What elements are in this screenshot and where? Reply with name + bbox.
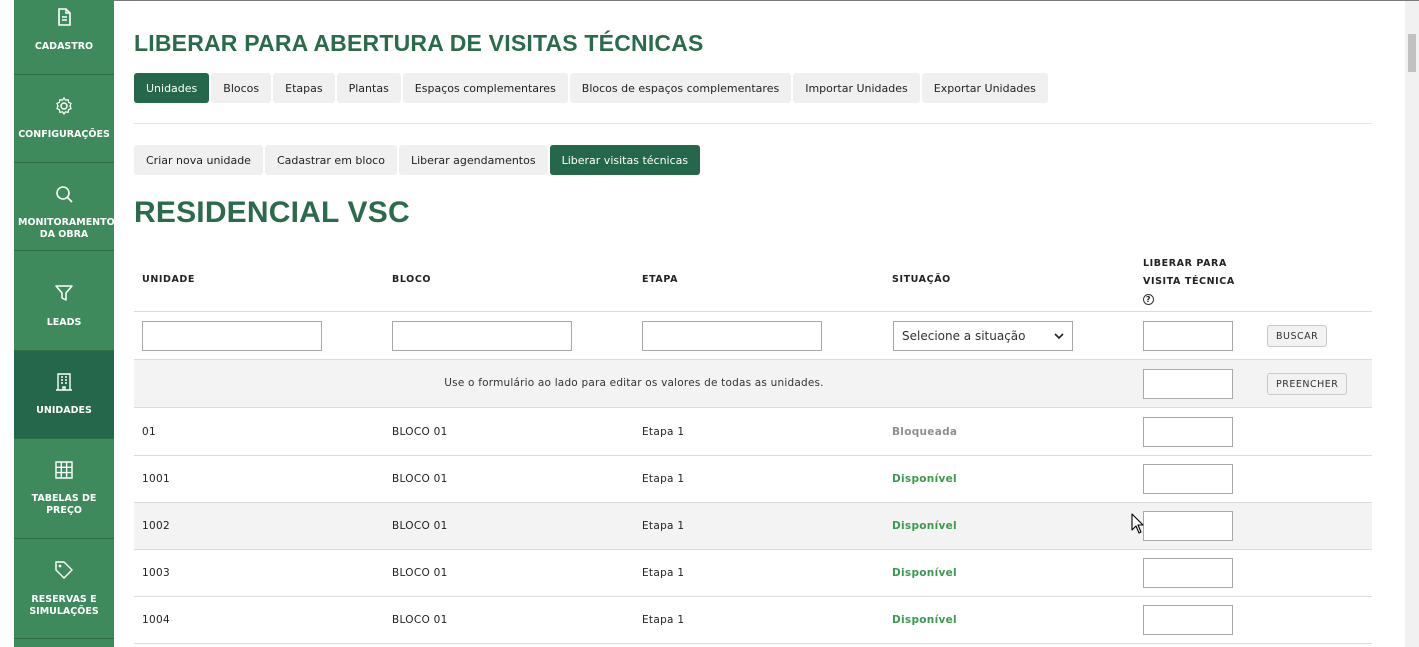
cell-unidade: 1002: [142, 520, 170, 532]
page-title: LIBERAR PARA ABERTURA DE VISITAS TÉCNICA…: [134, 30, 704, 56]
cell-situacao: Disponível: [892, 567, 957, 579]
filter-liberar-input[interactable]: [1143, 321, 1233, 351]
sidebar-item-label: UNIDADES: [36, 405, 92, 416]
cell-bloco: BLOCO 01: [392, 426, 448, 438]
sidebar-item-label: MONITORAMENTO DA OBRA: [18, 217, 114, 240]
filter-situacao-select[interactable]: Selecione a situação: [893, 321, 1073, 351]
filter-icon: [55, 285, 73, 301]
row-liberar-input[interactable]: [1143, 605, 1233, 635]
sidebar-item-unidades[interactable]: UNIDADES: [14, 351, 114, 439]
document-icon: [58, 8, 71, 26]
search-button[interactable]: BUSCAR: [1267, 325, 1328, 347]
cell-etapa: Etapa 1: [642, 473, 685, 485]
column-header-liberar: LIBERAR PARA VISITA TÉCNICA ?: [1143, 255, 1253, 309]
tab-importar-unidades[interactable]: Importar Unidades: [793, 73, 920, 103]
filter-bloco-input[interactable]: [392, 321, 572, 351]
sidebar-item-label: CADASTRO: [34, 41, 94, 52]
tab-plantas[interactable]: Plantas: [336, 73, 401, 103]
table-row-divider: [134, 549, 1372, 550]
tab-etapas[interactable]: Etapas: [273, 73, 335, 103]
sidebar-item-label: RESERVAS E SIMULAÇÕES: [29, 594, 99, 617]
subtab-liberar-visitas-tecnicas[interactable]: Liberar visitas técnicas: [549, 145, 701, 175]
table-header-divider: [134, 311, 1372, 312]
row-liberar-input[interactable]: [1143, 464, 1233, 494]
sidebar-item-reservas[interactable]: RESERVAS E SIMULAÇÕES: [14, 539, 114, 639]
section-divider: [134, 123, 1372, 124]
sidebar-item-monitoramento[interactable]: MONITORAMENTO DA OBRA: [14, 163, 114, 251]
cell-situacao: Disponível: [892, 520, 957, 532]
sidebar: CADASTRO CONFIGURAÇÕES MONITORAMENTO DA …: [14, 0, 114, 647]
cell-bloco: BLOCO 01: [392, 520, 448, 532]
mouse-cursor-icon: [1131, 513, 1144, 534]
column-header-unidade: UNIDADE: [142, 274, 196, 285]
tab-blocos[interactable]: Blocos: [211, 73, 272, 103]
vertical-scrollbar[interactable]: [1405, 1, 1419, 647]
sidebar-item-leads[interactable]: LEADS: [14, 263, 114, 351]
cell-bloco: BLOCO 01: [392, 614, 448, 626]
project-heading: RESIDENCIAL VSC: [134, 196, 410, 229]
table-row-divider: [134, 455, 1372, 456]
filter-situacao-value: Selecione a situação: [902, 329, 1026, 343]
sidebar-item-label: LEADS: [46, 317, 82, 328]
cell-etapa: Etapa 1: [642, 614, 685, 626]
cell-etapa: Etapa 1: [642, 426, 685, 438]
sidebar-item-label: CONFIGURAÇÕES: [18, 129, 110, 140]
sidebar-item-cadastro[interactable]: CADASTRO: [14, 0, 114, 75]
subtab-liberar-agendamentos[interactable]: Liberar agendamentos: [398, 145, 548, 175]
row-liberar-input[interactable]: [1143, 417, 1233, 447]
help-icon[interactable]: ?: [1143, 294, 1154, 305]
cell-etapa: Etapa 1: [642, 567, 685, 579]
tab-espacos-complementares[interactable]: Espaços complementares: [402, 73, 568, 103]
row-liberar-input[interactable]: [1143, 558, 1233, 588]
sidebar-item-label: TABELAS DE PREÇO: [31, 493, 97, 516]
cell-etapa: Etapa 1: [642, 520, 685, 532]
column-header-liberar-label: LIBERAR PARA VISITA TÉCNICA: [1143, 258, 1235, 287]
tab-exportar-unidades[interactable]: Exportar Unidades: [921, 73, 1048, 103]
scrollbar-thumb[interactable]: [1408, 34, 1416, 72]
sidebar-item-tabelas[interactable]: TABELAS DE PREÇO: [14, 439, 114, 539]
bulk-edit-note: Use o formulário ao lado para editar os …: [444, 377, 824, 389]
cell-unidade: 1001: [142, 473, 170, 485]
table-row-divider: [134, 643, 1372, 644]
main-tabs: Unidades Blocos Etapas Plantas Espaços c…: [134, 73, 1048, 103]
table-row-divider: [134, 596, 1372, 597]
sub-tabs: Criar nova unidade Cadastrar em bloco Li…: [134, 145, 701, 175]
subtab-criar-nova-unidade[interactable]: Criar nova unidade: [134, 145, 263, 175]
cell-unidade: 1003: [142, 567, 170, 579]
cell-bloco: BLOCO 01: [392, 567, 448, 579]
cell-bloco: BLOCO 01: [392, 473, 448, 485]
fill-button[interactable]: PREENCHER: [1267, 373, 1348, 395]
sidebar-item-configuracoes[interactable]: CONFIGURAÇÕES: [14, 75, 114, 163]
filter-etapa-input[interactable]: [642, 321, 822, 351]
gear-icon: [56, 96, 72, 116]
column-header-situacao: SITUAÇÃO: [892, 274, 951, 285]
chevron-down-icon: [1054, 333, 1064, 340]
tab-unidades[interactable]: Unidades: [134, 73, 210, 103]
subtab-cadastrar-em-bloco[interactable]: Cadastrar em bloco: [264, 145, 397, 175]
bulk-liberar-input[interactable]: [1143, 369, 1233, 399]
tag-icon: [55, 561, 73, 579]
grid-icon: [55, 461, 73, 479]
tab-blocos-espacos-complementares[interactable]: Blocos de espaços complementares: [569, 73, 792, 103]
cell-unidade: 01: [142, 426, 156, 438]
cell-situacao: Bloqueada: [892, 426, 958, 438]
filter-unidade-input[interactable]: [142, 321, 322, 351]
window-top-border: [0, 0, 1419, 1]
search-icon: [56, 186, 73, 203]
cell-unidade: 1004: [142, 614, 170, 626]
column-header-etapa: ETAPA: [642, 274, 679, 285]
building-icon: [56, 373, 72, 391]
cell-situacao: Disponível: [892, 473, 957, 485]
left-gutter: [0, 0, 14, 647]
table-row-divider: [134, 407, 1372, 408]
row-liberar-input[interactable]: [1143, 511, 1233, 541]
cell-situacao: Disponível: [892, 614, 957, 626]
column-header-bloco: BLOCO: [392, 274, 432, 285]
